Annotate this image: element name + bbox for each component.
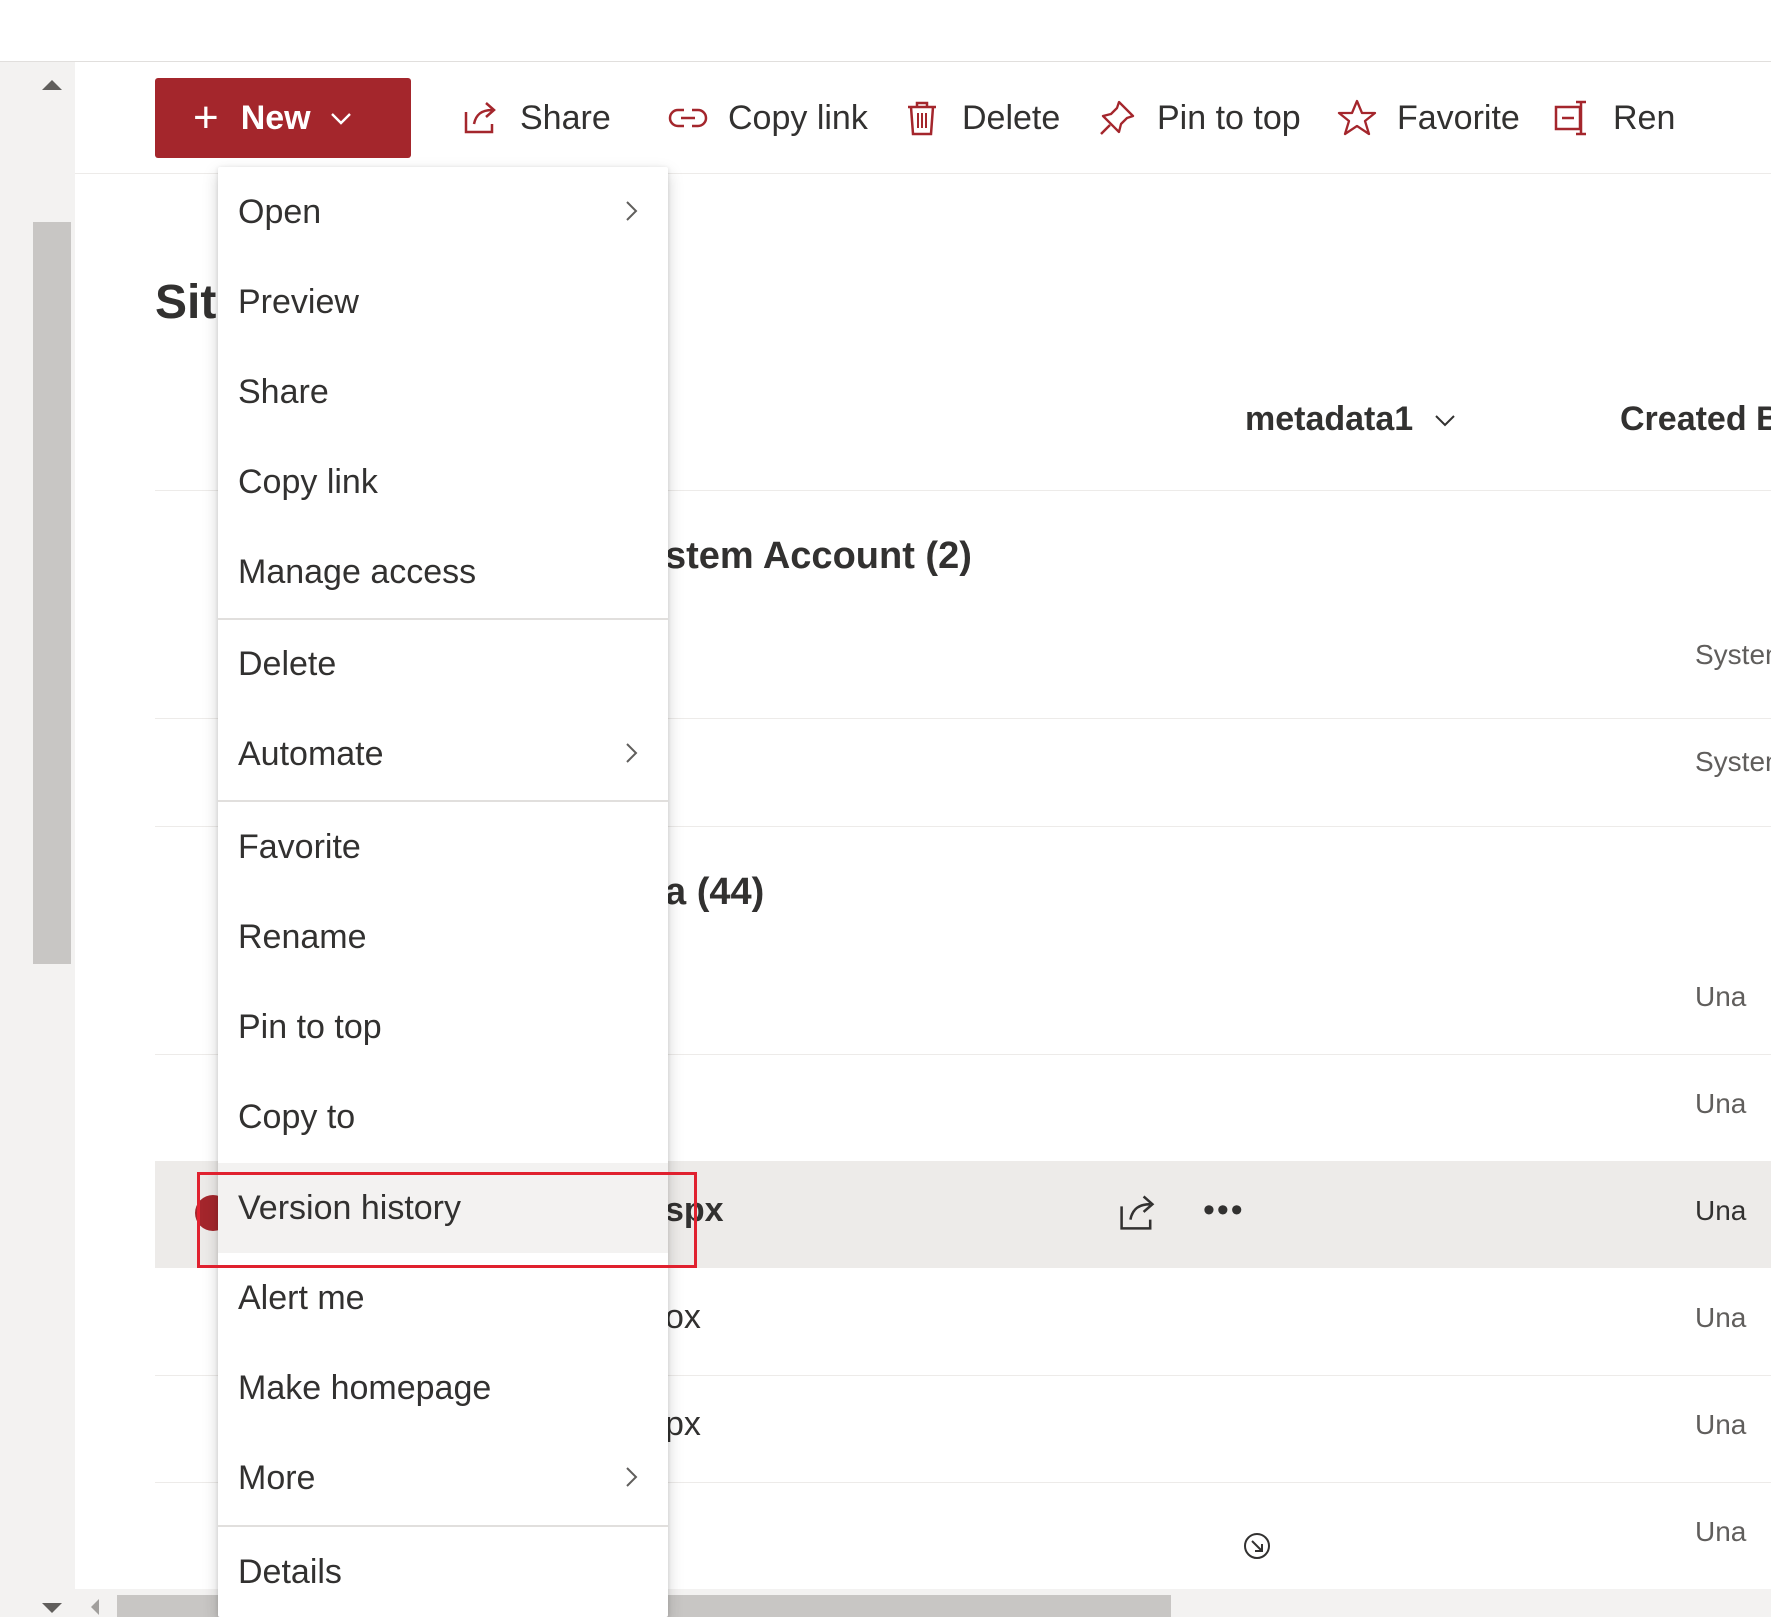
share-command[interactable]: Share: [460, 78, 611, 158]
menu-item-rename[interactable]: Rename: [218, 892, 668, 982]
scroll-up-icon[interactable]: [42, 80, 62, 90]
more-options-icon[interactable]: •••: [1203, 1191, 1245, 1230]
menu-item-label: Delete: [238, 644, 337, 683]
top-bar: [0, 0, 1771, 62]
favorite-command[interactable]: Favorite: [1337, 78, 1520, 158]
new-button-label: New: [240, 98, 311, 137]
menu-item-label: Share: [238, 372, 329, 411]
menu-item-open[interactable]: Open: [218, 167, 668, 257]
created-by: Una: [1695, 1088, 1747, 1119]
pin-command-label: Pin to top: [1157, 98, 1301, 137]
chevron-right-icon: [626, 1467, 638, 1487]
menu-item-label: Rename: [238, 917, 367, 956]
menu-item-preview[interactable]: Preview: [218, 257, 668, 347]
pin-command[interactable]: Pin to top: [1097, 78, 1301, 158]
created-by: Una: [1695, 1409, 1747, 1440]
menu-item-label: Open: [238, 192, 322, 231]
menu-item-label: Automate: [238, 734, 384, 773]
delete-command-label: Delete: [962, 98, 1061, 137]
sync-status-icon: [1244, 1533, 1270, 1559]
plus-icon: +: [193, 93, 219, 142]
column-header-label: Created B: [1620, 400, 1771, 438]
scroll-down-icon[interactable]: [42, 1603, 62, 1613]
menu-item-delete[interactable]: Delete: [218, 619, 668, 709]
created-by: Una: [1695, 1516, 1747, 1547]
menu-item-more[interactable]: More: [218, 1433, 668, 1523]
vertical-scrollbar[interactable]: [0, 62, 75, 1617]
created-by: Una: [1695, 1195, 1747, 1226]
menu-item-version-history[interactable]: Version history: [218, 1163, 668, 1253]
menu-item-copy-to[interactable]: Copy to: [218, 1072, 668, 1162]
menu-item-label: Copy link: [238, 462, 378, 501]
group-header[interactable]: a (44): [665, 871, 764, 914]
file-name[interactable]: spx: [665, 1191, 724, 1230]
rename-command-label: Ren: [1613, 98, 1676, 137]
menu-item-copy-link[interactable]: Copy link: [218, 437, 668, 527]
scroll-thumb[interactable]: [33, 222, 71, 964]
menu-item-label: Make homepage: [238, 1368, 492, 1407]
created-by: Una: [1695, 1302, 1747, 1333]
menu-item-details[interactable]: Details: [218, 1527, 668, 1617]
menu-item-make-homepage[interactable]: Make homepage: [218, 1343, 668, 1433]
menu-item-label: More: [238, 1458, 316, 1497]
copy-link-command-label: Copy link: [728, 98, 868, 137]
chevron-down-icon: [330, 113, 351, 125]
new-button[interactable]: + New: [155, 78, 411, 158]
file-name[interactable]: ox: [665, 1298, 701, 1337]
group-header[interactable]: stem Account (2): [665, 535, 972, 578]
column-header-metadata1[interactable]: metadata1: [1245, 400, 1457, 439]
file-name[interactable]: px: [665, 1405, 701, 1444]
copy-link-command[interactable]: Copy link: [668, 78, 868, 158]
menu-item-pin-to-top[interactable]: Pin to top: [218, 982, 668, 1072]
menu-item-label: Favorite: [238, 827, 361, 866]
menu-item-label: Copy to: [238, 1097, 356, 1136]
menu-item-label: Alert me: [238, 1278, 365, 1317]
rename-icon: [1554, 100, 1586, 136]
rename-command[interactable]: Ren: [1553, 78, 1675, 158]
created-by: Una: [1695, 981, 1747, 1012]
trash-icon: [908, 101, 936, 136]
scroll-left-icon[interactable]: [91, 1599, 99, 1615]
favorite-command-label: Favorite: [1397, 98, 1520, 137]
command-bar: + New Share Copy link Delete Pin to top …: [75, 62, 1771, 174]
share-command-label: Share: [520, 98, 611, 137]
menu-item-label: Details: [238, 1552, 342, 1591]
share-icon: [464, 102, 496, 134]
menu-item-alert-me[interactable]: Alert me: [218, 1253, 668, 1343]
pin-icon: [1100, 100, 1135, 135]
star-icon: [1337, 99, 1377, 136]
column-header-label: metadata1: [1245, 400, 1414, 438]
created-by: System Acco: [1695, 639, 1771, 670]
menu-item-manage-access[interactable]: Manage access: [218, 527, 668, 617]
menu-item-label: Version history: [238, 1188, 461, 1227]
created-by: System Acco: [1695, 746, 1771, 777]
menu-item-favorite[interactable]: Favorite: [218, 802, 668, 892]
menu-item-label: Preview: [238, 282, 359, 321]
column-header-created-by[interactable]: Created B: [1620, 400, 1771, 439]
page-title: Sit: [155, 276, 217, 329]
menu-item-label: Manage access: [238, 552, 477, 591]
menu-item-share[interactable]: Share: [218, 347, 668, 437]
chevron-right-icon: [626, 743, 638, 763]
chevron-down-icon: [1435, 414, 1455, 426]
menu-item-automate[interactable]: Automate: [218, 709, 668, 799]
share-icon[interactable]: [1115, 1191, 1159, 1235]
menu-item-label: Pin to top: [238, 1007, 382, 1046]
link-icon: [668, 108, 708, 128]
delete-command[interactable]: Delete: [902, 78, 1060, 158]
context-menu: Open Preview Share Copy link Manage acce…: [218, 167, 668, 1617]
chevron-right-icon: [626, 201, 638, 221]
